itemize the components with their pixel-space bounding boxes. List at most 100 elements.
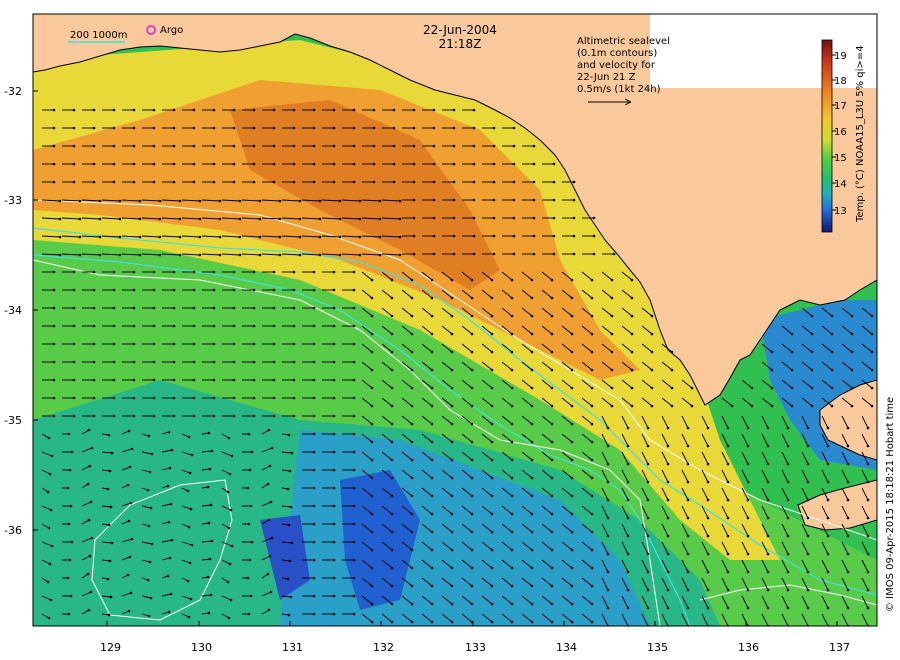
velocity-arrow-head [510, 548, 514, 552]
velocity-arrow-head [212, 126, 216, 130]
velocity-arrow-head [450, 566, 454, 570]
velocity-arrow-head [726, 480, 730, 484]
velocity-arrow-head [312, 324, 316, 328]
velocity-arrow-head [410, 530, 414, 534]
velocity-arrow-head [570, 602, 574, 606]
velocity-arrow-head [450, 368, 454, 372]
velocity-arrow-head [332, 126, 336, 130]
velocity-arrow-head [866, 588, 870, 592]
velocity-arrow-head [187, 525, 191, 529]
velocity-arrow-head [287, 523, 291, 527]
velocity-arrow-head [192, 306, 196, 310]
velocity-arrow-head [410, 440, 414, 444]
velocity-arrow-head [52, 180, 56, 184]
velocity-arrow-head [168, 466, 172, 470]
velocity-arrow-head [147, 524, 151, 528]
velocity-arrow-head [106, 487, 110, 491]
velocity-arrow-head [430, 278, 434, 282]
velocity-arrow-head [292, 306, 296, 310]
velocity-arrow-head [410, 494, 414, 498]
velocity-arrow-head [49, 508, 53, 512]
velocity-arrow-head [372, 144, 376, 148]
velocity-arrow-head [610, 386, 614, 390]
velocity-arrow-head [472, 234, 476, 238]
velocity-arrow-head [826, 534, 830, 538]
velocity-arrow-head [570, 476, 574, 480]
velocity-arrow-head [72, 108, 76, 112]
velocity-arrow-head [72, 126, 76, 130]
velocity-arrow-head [846, 444, 850, 448]
velocity-arrow-head [850, 350, 854, 354]
velocity-arrow-head [510, 566, 514, 570]
velocity-arrow-head [112, 360, 116, 364]
velocity-arrow-head [390, 278, 394, 282]
velocity-arrow-head [370, 602, 374, 606]
velocity-arrow-head [666, 534, 670, 538]
velocity-arrow-head [267, 428, 271, 432]
velocity-arrow-head [318, 199, 322, 203]
velocity-arrow-head [332, 162, 336, 166]
velocity-arrow-head [866, 606, 870, 610]
velocity-arrow-head [646, 516, 650, 520]
velocity-arrow-head [850, 386, 854, 390]
velocity-arrow-head [510, 314, 514, 318]
velocity-arrow-head [152, 108, 156, 112]
velocity-arrow-head [706, 462, 710, 466]
velocity-arrow-head [606, 462, 610, 466]
velocity-arrow-head [390, 530, 394, 534]
velocity-arrow-head [370, 620, 374, 624]
velocity-arrow-head [372, 162, 376, 166]
velocity-arrow-head [149, 506, 153, 510]
velocity-arrow-head [352, 378, 356, 382]
velocity-arrow-head [212, 144, 216, 148]
velocity-arrow-head [232, 144, 236, 148]
velocity-arrow-head [370, 314, 374, 318]
velocity-arrow-head [92, 288, 96, 292]
velocity-arrow-head [846, 606, 850, 610]
velocity-arrow-head [192, 126, 196, 130]
velocity-arrow-head [572, 198, 576, 202]
velocity-arrow-head [766, 426, 770, 430]
velocity-arrow-head [178, 253, 182, 257]
velocity-arrow-head [472, 180, 476, 184]
velocity-arrow-head [172, 378, 176, 382]
velocity-arrow-head [52, 270, 56, 274]
velocity-arrow-head [218, 217, 222, 221]
velocity-arrow-head [238, 199, 242, 203]
velocity-arrow-head [189, 597, 193, 601]
velocity-arrow-head [92, 180, 96, 184]
velocity-arrow-head [630, 404, 634, 408]
velocity-arrow-head [432, 216, 436, 220]
velocity-arrow-head [286, 487, 290, 491]
velocity-arrow-head [229, 508, 233, 512]
velocity-arrow-head [212, 396, 216, 400]
velocity-arrow-head [512, 144, 516, 148]
velocity-arrow-head [570, 512, 574, 516]
velocity-arrow-head [312, 576, 316, 580]
velocity-arrow-head [430, 620, 434, 624]
velocity-arrow-head [247, 432, 251, 436]
velocity-arrow-head [58, 217, 62, 221]
velocity-arrow-head [570, 368, 574, 372]
velocity-arrow-head [198, 253, 202, 257]
velocity-arrow-head [430, 350, 434, 354]
velocity-arrow-head [530, 332, 534, 336]
velocity-arrow-head [746, 570, 750, 574]
velocity-arrow-head [510, 620, 514, 624]
velocity-arrow-head [410, 350, 414, 354]
velocity-arrow-head [78, 199, 82, 203]
velocity-arrow-head [530, 296, 534, 300]
velocity-arrow-head [490, 332, 494, 336]
velocity-arrow-head [128, 555, 132, 559]
velocity-arrow-head [147, 614, 151, 618]
velocity-arrow-head [766, 552, 770, 556]
velocity-arrow-head [590, 512, 594, 516]
velocity-arrow-head [450, 494, 454, 498]
velocity-arrow-head [492, 180, 496, 184]
velocity-arrow-head [666, 516, 670, 520]
velocity-arrow-head [192, 324, 196, 328]
velocity-arrow-head [78, 235, 82, 239]
velocity-arrow-head [410, 332, 414, 336]
velocity-arrow-head [590, 332, 594, 336]
velocity-arrow-head [870, 350, 874, 354]
